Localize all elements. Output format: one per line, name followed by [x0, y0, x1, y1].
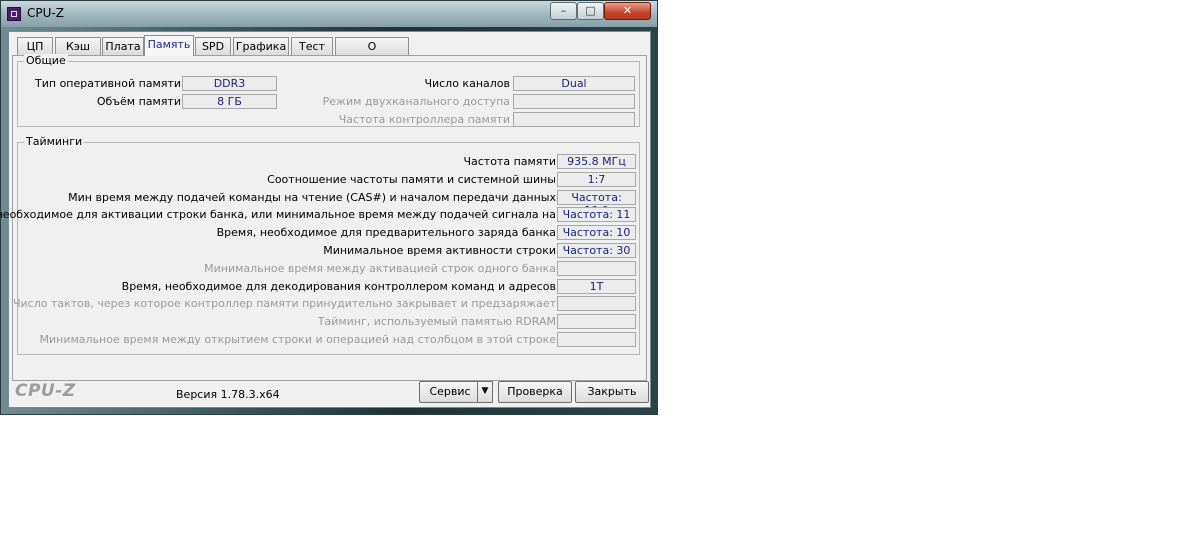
nb-frequency-value: [513, 112, 635, 127]
nb-frequency-label: Частота контроллера памяти: [338, 113, 510, 126]
tab-cache[interactable]: Кэш: [55, 37, 101, 55]
timing-label: Время, необходимое для предварительного …: [216, 226, 556, 240]
timings-legend: Тайминги: [24, 135, 85, 148]
window-title: CPU-Z: [27, 6, 64, 20]
memory-size-value: 8 ГБ: [182, 94, 277, 109]
memory-type-label: Тип оперативной памяти: [35, 77, 181, 90]
general-group: Общие Тип оперативной памяти DDR3 Объём …: [17, 54, 640, 127]
timing-value: [557, 260, 636, 276]
cpuz-app-icon: [7, 7, 21, 21]
maximize-button[interactable]: □: [577, 2, 604, 20]
dc-mode-value: [513, 94, 635, 109]
timing-value: Частота: 11: [557, 207, 636, 223]
title-bar[interactable]: CPU-Z – □ ✕: [1, 1, 657, 27]
timing-label: Минимальное время между открытием строки…: [39, 333, 556, 346]
version-text: Версия 1.78.3.x64: [176, 388, 280, 401]
dc-mode-label: Режим двухканального доступа: [322, 95, 510, 108]
timing-label: Время, необходимое для декодирования кон…: [121, 279, 556, 293]
tab-memory[interactable]: Память: [144, 35, 194, 56]
timing-value: 935.8 МГц: [557, 154, 636, 169]
timing-value: 1T: [557, 278, 636, 294]
channels-label: Число каналов: [424, 77, 510, 90]
timing-label: Минимальное время активности строки: [323, 244, 556, 257]
tools-dropdown-arrow[interactable]: ▼: [477, 381, 493, 403]
tab-mainboard[interactable]: Плата: [102, 37, 144, 55]
tab-bench[interactable]: Тест: [291, 37, 333, 55]
cpuz-logo: CPU-Z: [15, 381, 76, 401]
timing-value: [557, 296, 636, 312]
timing-label: Частота памяти: [463, 155, 556, 168]
close-button[interactable]: Закрыть: [575, 381, 649, 403]
tab-cpu[interactable]: ЦП: [17, 37, 53, 55]
memory-page: Общие Тип оперативной памяти DDR3 Объём …: [0, 54, 647, 381]
tab-graphics[interactable]: Графика: [233, 37, 289, 55]
tab-spd[interactable]: SPD: [195, 37, 231, 55]
timing-value: Частота: 10: [557, 225, 636, 241]
timings-group: Тайминги Частота памяти 935.8 МГц Соотноше…: [0, 135, 640, 355]
general-legend: Общие: [24, 54, 68, 67]
timing-label: Соотношение частоты памяти и системной ш…: [267, 172, 556, 186]
timing-value: [557, 332, 636, 347]
validate-button[interactable]: Проверка: [498, 381, 572, 403]
timing-value: Частота: 30: [557, 243, 636, 258]
client-area: ЦП Кэш Плата Память SPD Графика Тест О п…: [0, 31, 651, 408]
memory-size-label: Объём памяти: [96, 95, 181, 108]
cpuz-window: CPU-Z – □ ✕ ЦП Кэш Плата Память SPD Граф…: [0, 0, 658, 415]
timing-label: Мин время между подачей команды на чтени…: [68, 190, 556, 204]
minimize-button[interactable]: –: [550, 2, 577, 20]
tab-about[interactable]: О программе: [335, 37, 409, 70]
channels-value: Dual: [513, 76, 635, 91]
timing-label: Тайминг, используемый памятью RDRAM: [317, 315, 556, 329]
timing-value: [557, 314, 636, 330]
memory-type-value: DDR3: [182, 76, 277, 91]
timing-label: Время, необходимое для активации строки …: [0, 208, 556, 222]
timing-label: Число тактов, через которое контроллер п…: [12, 297, 556, 311]
timing-label: Минимальное время между активацией строк…: [204, 261, 556, 275]
close-window-button[interactable]: ✕: [604, 2, 651, 20]
timing-value: Частота: 10.0: [557, 189, 636, 217]
timing-value: 1:7: [557, 171, 636, 187]
tools-button[interactable]: Сервис: [419, 381, 481, 403]
